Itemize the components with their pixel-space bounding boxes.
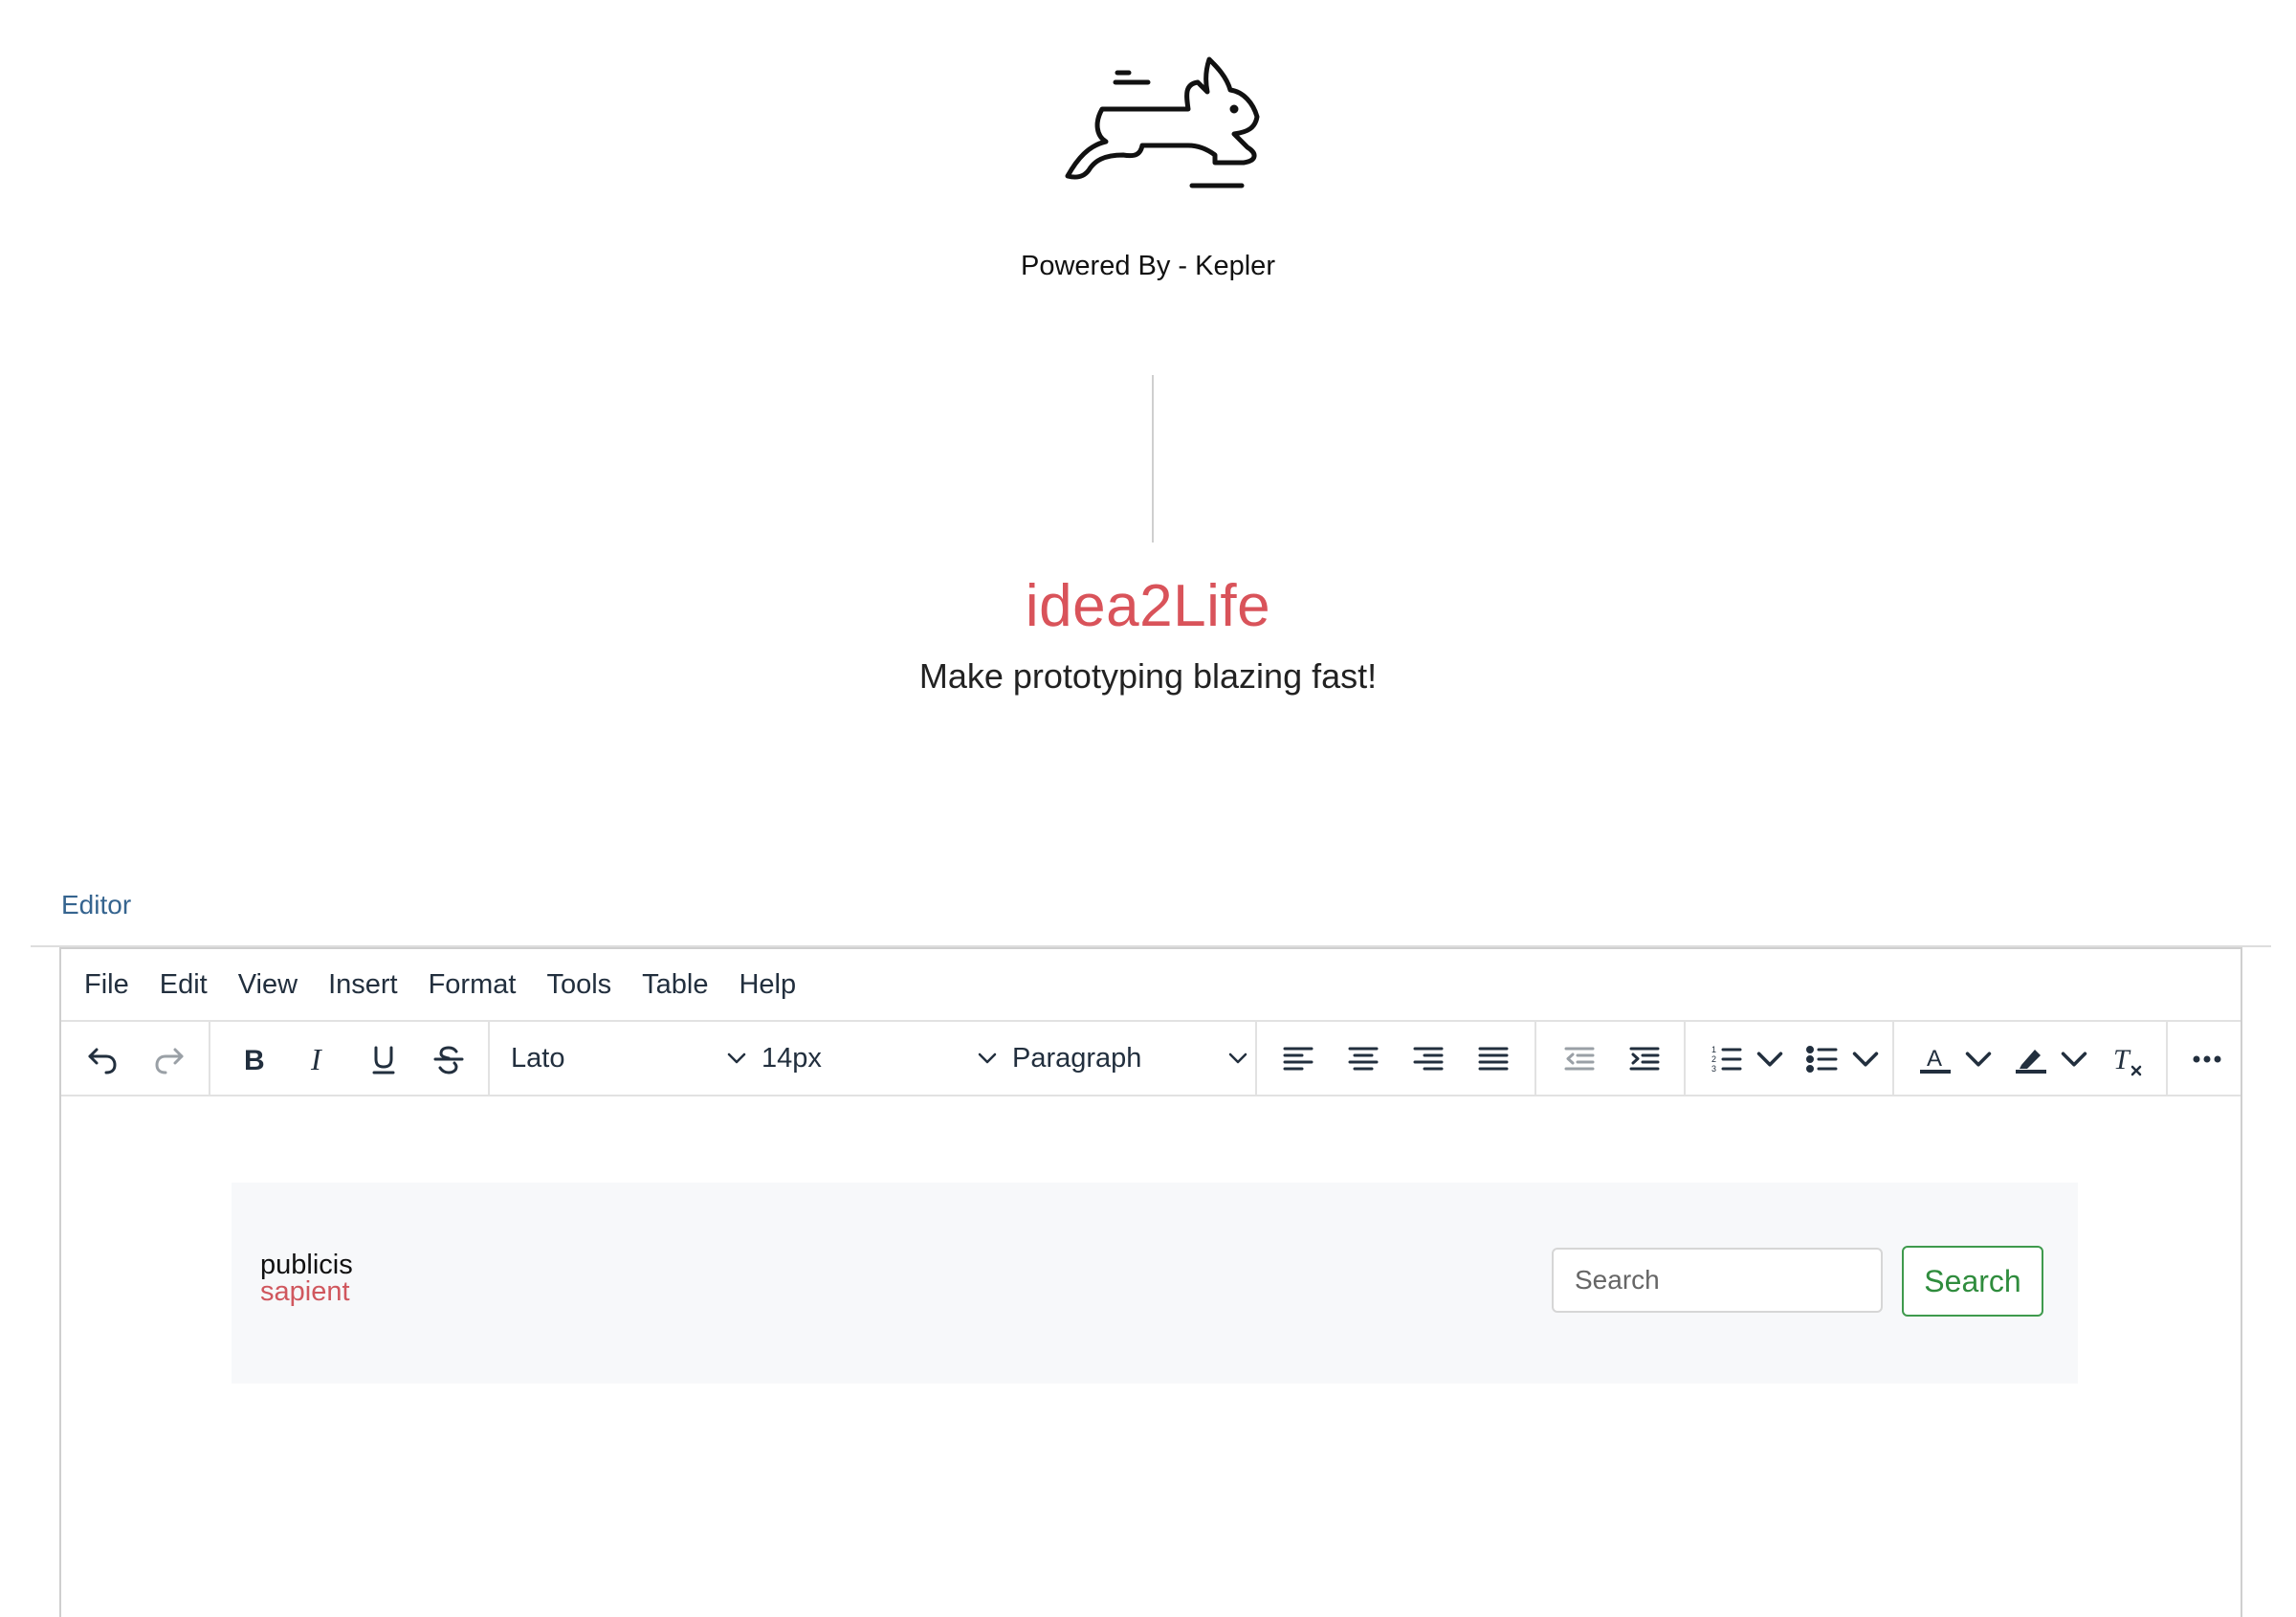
menu-edit[interactable]: Edit	[160, 969, 208, 1001]
align-left-button[interactable]	[1274, 1035, 1322, 1083]
svg-text:I: I	[310, 1042, 322, 1076]
menu-tools[interactable]: Tools	[546, 969, 611, 1001]
toolbar-separator	[2166, 1022, 2168, 1095]
align-center-icon	[1348, 1047, 1379, 1071]
chevron-down-icon	[978, 1052, 997, 1064]
kepler-rabbit-logo	[1045, 50, 1265, 193]
font-size-select[interactable]: 14px	[762, 1022, 1001, 1095]
logo-line-publicis: publicis	[260, 1250, 353, 1280]
highlight-color-options-button[interactable]	[2055, 1035, 2093, 1083]
toolbar-separator	[1255, 1022, 1257, 1095]
search-button[interactable]: Search	[1902, 1246, 2043, 1317]
font-size-value: 14px	[762, 1042, 822, 1074]
numbered-list-options-button[interactable]	[1751, 1035, 1789, 1083]
align-center-button[interactable]	[1339, 1035, 1387, 1083]
underline-button[interactable]	[360, 1035, 408, 1083]
menu-insert[interactable]: Insert	[328, 969, 398, 1001]
svg-text:A: A	[1927, 1046, 1942, 1072]
text-color-icon: A	[1920, 1046, 1951, 1074]
bullet-list-options-button[interactable]	[1846, 1035, 1885, 1083]
tagline: Make prototyping blazing fast!	[918, 656, 1378, 696]
toolbar-separator	[1534, 1022, 1536, 1095]
svg-text:2: 2	[1711, 1054, 1716, 1064]
menu-file[interactable]: File	[84, 969, 129, 1001]
indent-button[interactable]	[1621, 1035, 1668, 1083]
align-left-icon	[1283, 1047, 1314, 1071]
search-input[interactable]	[1552, 1248, 1883, 1313]
undo-icon	[88, 1048, 117, 1074]
editor-label: Editor	[61, 890, 132, 919]
undo-button[interactable]	[78, 1035, 126, 1083]
running-rabbit-icon	[1065, 56, 1260, 188]
block-format-select[interactable]: Paragraph	[1012, 1022, 1251, 1095]
bullet-list-icon	[1806, 1046, 1838, 1073]
toolbar-separator	[209, 1022, 210, 1095]
chevron-down-icon	[2061, 1052, 2087, 1067]
editor-content-area[interactable]: publicis sapient Search	[61, 1096, 2241, 1617]
svg-text:1: 1	[1711, 1045, 1716, 1054]
numbered-list-icon: 123	[1711, 1045, 1742, 1074]
menu-view[interactable]: View	[238, 969, 298, 1001]
more-button[interactable]	[2183, 1035, 2231, 1083]
bold-button[interactable]: B	[230, 1035, 277, 1083]
text-color-button[interactable]: A	[1911, 1035, 1959, 1083]
svg-text:B: B	[244, 1045, 265, 1076]
chevron-down-icon	[1852, 1052, 1879, 1067]
align-right-icon	[1413, 1047, 1444, 1071]
menu-help[interactable]: Help	[739, 969, 796, 1001]
highlight-color-icon	[2016, 1050, 2046, 1074]
block-format-value: Paragraph	[1012, 1042, 1142, 1074]
bullet-list-button[interactable]	[1799, 1035, 1846, 1083]
clear-formatting-icon: T	[2113, 1044, 2142, 1076]
editor-menubar: File Edit View Insert Format Tools Table…	[61, 949, 2241, 1022]
toolbar-separator	[1892, 1022, 1894, 1095]
align-justify-button[interactable]	[1469, 1035, 1517, 1083]
toolbar-separator	[1684, 1022, 1686, 1095]
logo-line-sapient: sapient	[260, 1276, 350, 1307]
chevron-down-icon	[1756, 1052, 1783, 1067]
numbered-list-button[interactable]: 123	[1703, 1035, 1751, 1083]
font-family-value: Lato	[511, 1042, 565, 1074]
redo-icon	[155, 1048, 184, 1074]
chevron-down-icon	[1965, 1052, 1992, 1067]
toolbar-separator	[488, 1022, 490, 1095]
brand-title: idea2Life	[1025, 573, 1271, 639]
outdent-icon	[1564, 1047, 1595, 1071]
outdent-button[interactable]	[1556, 1035, 1603, 1083]
svg-text:T: T	[2113, 1044, 2131, 1075]
align-justify-icon	[1478, 1047, 1509, 1071]
svg-text:3: 3	[1711, 1064, 1716, 1074]
rich-text-editor: File Edit View Insert Format Tools Table…	[59, 947, 2242, 1617]
font-family-select[interactable]: Lato	[511, 1022, 750, 1095]
highlight-color-button[interactable]	[2007, 1035, 2055, 1083]
underline-icon	[372, 1046, 395, 1074]
indent-icon	[1629, 1047, 1660, 1071]
embedded-navbar: publicis sapient Search	[232, 1183, 2078, 1384]
strikethrough-button[interactable]	[425, 1035, 473, 1083]
editor-toolbar: B I Lato 14px Paragraph 1 2 3 A T	[61, 1022, 2241, 1096]
redo-button[interactable]	[145, 1035, 193, 1083]
italic-button[interactable]: I	[295, 1035, 342, 1083]
menu-format[interactable]: Format	[429, 969, 517, 1001]
align-right-button[interactable]	[1404, 1035, 1452, 1083]
chevron-down-icon	[727, 1052, 746, 1064]
divider-line	[1152, 375, 1154, 543]
clear-formatting-button[interactable]: T	[2103, 1035, 2151, 1083]
powered-by-text: Powered By - Kepler	[1021, 251, 1275, 281]
strikethrough-icon	[433, 1046, 464, 1074]
chevron-down-icon	[1228, 1052, 1247, 1064]
more-icon	[2193, 1055, 2221, 1063]
text-color-options-button[interactable]	[1959, 1035, 1998, 1083]
bold-icon: B	[244, 1045, 265, 1076]
italic-icon: I	[310, 1042, 322, 1076]
menu-table[interactable]: Table	[642, 969, 708, 1001]
publicis-sapient-logo[interactable]: publicis sapient	[260, 1250, 353, 1307]
